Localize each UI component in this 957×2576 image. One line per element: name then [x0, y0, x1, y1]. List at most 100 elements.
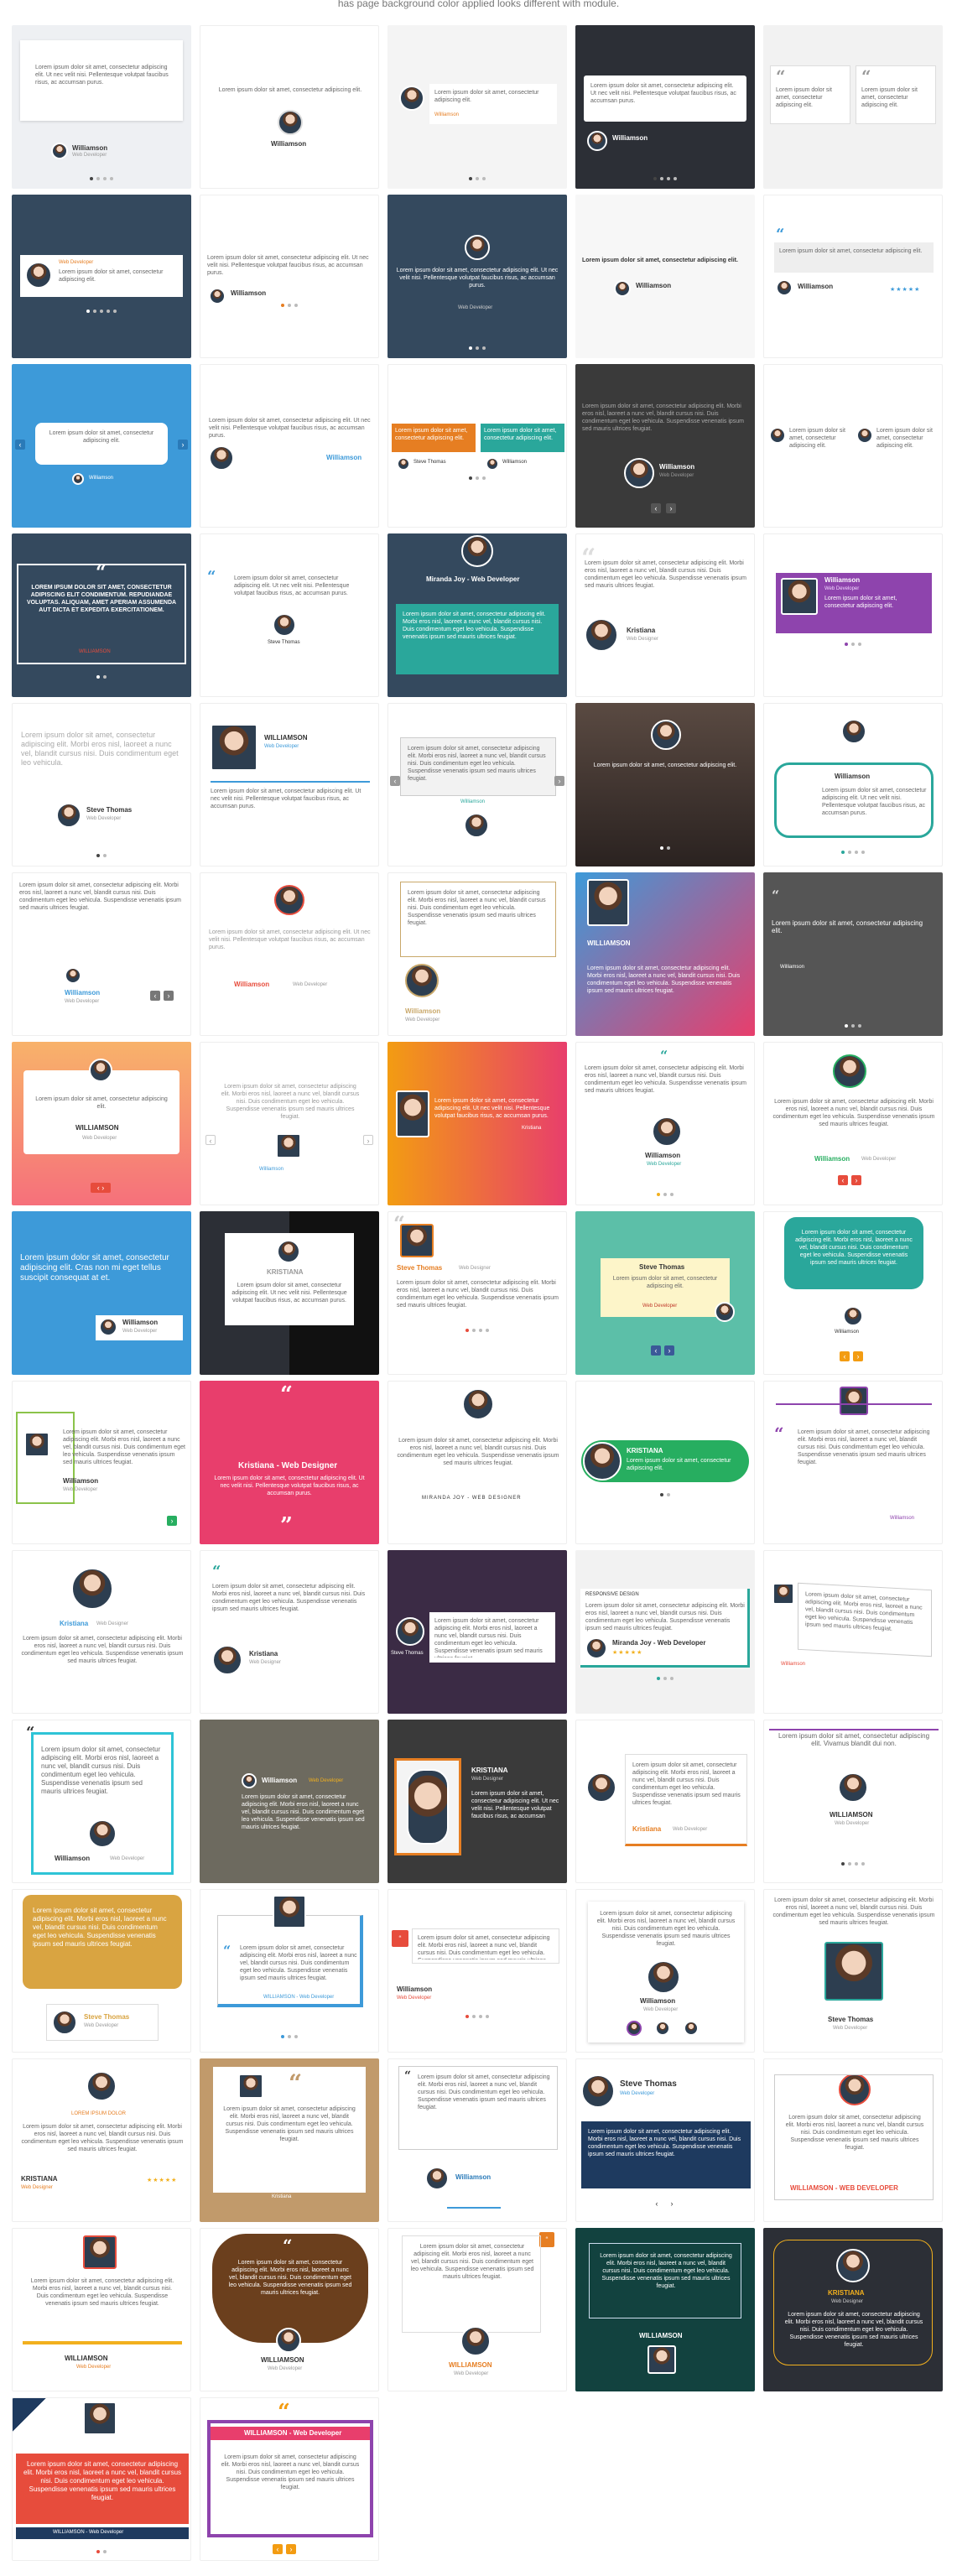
- dot[interactable]: [476, 177, 479, 180]
- prev-arrow[interactable]: ‹: [652, 2199, 662, 2209]
- dot[interactable]: [113, 310, 117, 313]
- next-arrow[interactable]: ›: [667, 2199, 677, 2209]
- dot[interactable]: [465, 1329, 469, 1332]
- next-arrow[interactable]: ›: [164, 991, 174, 1001]
- avatar: [211, 724, 257, 771]
- next-arrow[interactable]: ›: [167, 1516, 177, 1526]
- dot[interactable]: [294, 304, 298, 307]
- thumb-avatar[interactable]: [627, 2021, 642, 2036]
- dot[interactable]: [858, 643, 861, 646]
- dot[interactable]: [848, 851, 851, 854]
- dot[interactable]: [841, 851, 845, 854]
- next-arrow[interactable]: ›: [286, 2544, 296, 2554]
- next-arrow[interactable]: ›: [363, 1135, 373, 1145]
- dot[interactable]: [667, 177, 670, 180]
- quote-box: Lorem ipsum dolor sit amet, consectetur …: [588, 1902, 744, 2043]
- dot[interactable]: [670, 1193, 674, 1196]
- dot[interactable]: [103, 675, 107, 679]
- dot[interactable]: [472, 2015, 476, 2018]
- dot[interactable]: [861, 851, 865, 854]
- dot[interactable]: [469, 476, 472, 480]
- dot[interactable]: [486, 2015, 489, 2018]
- dot[interactable]: [667, 1493, 670, 1496]
- dot[interactable]: [100, 310, 103, 313]
- dot[interactable]: [855, 1862, 858, 1866]
- dot[interactable]: [486, 1329, 489, 1332]
- dot[interactable]: [96, 675, 100, 679]
- prev-arrow[interactable]: ‹: [838, 1175, 848, 1185]
- dot[interactable]: [841, 1862, 845, 1866]
- dot[interactable]: [479, 2015, 482, 2018]
- dot[interactable]: [663, 1193, 667, 1196]
- dot[interactable]: [96, 2550, 100, 2553]
- slider-dots: [764, 851, 942, 854]
- dot[interactable]: [674, 177, 677, 180]
- prev-arrow[interactable]: ‹: [840, 1351, 850, 1361]
- dot[interactable]: [472, 1329, 476, 1332]
- testimonial-style-27: Lorem ipsum dolor sit amet, consectetur …: [200, 872, 379, 1036]
- dot[interactable]: [281, 2035, 284, 2038]
- thumb-avatar[interactable]: [684, 2021, 699, 2036]
- dot[interactable]: [476, 476, 479, 480]
- dot[interactable]: [107, 310, 110, 313]
- dot[interactable]: [851, 643, 855, 646]
- author-role: Web Developer: [122, 1329, 158, 1334]
- next-arrow[interactable]: ›: [554, 776, 564, 786]
- dot[interactable]: [845, 1024, 848, 1028]
- dot[interactable]: [657, 1193, 660, 1196]
- dot[interactable]: [670, 1677, 674, 1680]
- testimonial-text: Lorem ipsum dolor sit amet, consectetur …: [861, 87, 918, 108]
- dot[interactable]: [476, 346, 479, 350]
- author-role: Web Developer: [63, 1487, 98, 1492]
- dot[interactable]: [93, 310, 96, 313]
- dot[interactable]: [110, 177, 113, 180]
- next-arrow[interactable]: ›: [178, 440, 188, 450]
- prev-arrow[interactable]: ‹: [390, 776, 400, 786]
- dot[interactable]: [103, 854, 107, 857]
- thumb-avatar[interactable]: [655, 2021, 670, 2036]
- dot[interactable]: [482, 346, 486, 350]
- dot[interactable]: [667, 846, 670, 850]
- prev-arrow[interactable]: ‹ ›: [91, 1183, 111, 1193]
- dot[interactable]: [469, 346, 472, 350]
- dot[interactable]: [294, 2035, 298, 2038]
- dot[interactable]: [657, 1677, 660, 1680]
- next-arrow[interactable]: ›: [851, 1175, 861, 1185]
- dot[interactable]: [103, 2550, 107, 2553]
- dot[interactable]: [96, 177, 100, 180]
- dot[interactable]: [663, 1677, 667, 1680]
- dot[interactable]: [103, 177, 107, 180]
- dot[interactable]: [660, 177, 663, 180]
- next-arrow[interactable]: ›: [664, 1345, 674, 1356]
- dot[interactable]: [660, 1493, 663, 1496]
- dot[interactable]: [288, 2035, 291, 2038]
- dot[interactable]: [469, 177, 472, 180]
- dot[interactable]: [482, 177, 486, 180]
- dot[interactable]: [479, 1329, 482, 1332]
- next-arrow[interactable]: ›: [853, 1351, 863, 1361]
- dot[interactable]: [86, 310, 90, 313]
- prev-arrow[interactable]: ‹: [273, 2544, 283, 2554]
- dot[interactable]: [861, 1862, 865, 1866]
- next-arrow[interactable]: ›: [666, 503, 676, 513]
- dot[interactable]: [288, 304, 291, 307]
- prev-arrow[interactable]: ‹: [205, 1135, 216, 1145]
- prev-arrow[interactable]: ‹: [150, 991, 160, 1001]
- prev-arrow[interactable]: ‹: [651, 503, 661, 513]
- author-name: Steve Thomas: [84, 2013, 130, 2021]
- dot[interactable]: [281, 304, 284, 307]
- prev-arrow[interactable]: ‹: [651, 1345, 661, 1356]
- dot[interactable]: [465, 2015, 469, 2018]
- dot[interactable]: [845, 643, 848, 646]
- dot[interactable]: [851, 1024, 855, 1028]
- dot[interactable]: [858, 1024, 861, 1028]
- dot[interactable]: [96, 854, 100, 857]
- dot[interactable]: [848, 1862, 851, 1866]
- dot[interactable]: [653, 177, 657, 180]
- dot[interactable]: [855, 851, 858, 854]
- prev-arrow[interactable]: ‹: [15, 440, 25, 450]
- dot[interactable]: [90, 177, 93, 180]
- dot[interactable]: [482, 476, 486, 480]
- dot[interactable]: [660, 846, 663, 850]
- avatar: [400, 1224, 434, 1257]
